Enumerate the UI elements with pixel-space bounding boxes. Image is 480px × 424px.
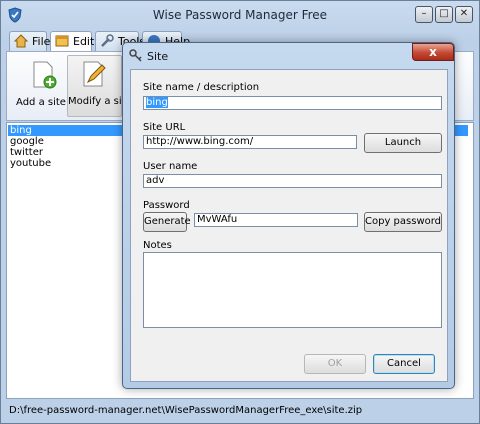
notes-textarea[interactable] [143,252,442,328]
dialog-body: Site name / description bing Site URL ht… [130,69,448,382]
dialog-title: Site [147,50,169,63]
status-path: D:\free-password-manager.net\WisePasswor… [9,405,363,416]
tab-edit[interactable]: Edit [50,31,95,52]
minimize-icon: – [421,8,427,19]
notes-label: Notes [143,240,172,251]
site-url-input[interactable]: http://www.bing.com/ [143,135,357,149]
maximize-icon: □ [439,8,449,19]
tab-file-label: File [32,35,51,48]
list-item[interactable]: youtube [10,158,51,169]
minimize-button[interactable]: – [415,6,433,23]
launch-button[interactable]: Launch [364,133,442,153]
password-label: Password [143,200,190,211]
list-item[interactable]: twitter [10,147,43,158]
list-item[interactable]: google [10,136,44,147]
tools-icon [101,34,114,47]
site-dialog: Site x Site name / description bing Site… [122,42,455,389]
close-icon: x [429,45,437,59]
home-icon [14,34,28,48]
close-icon: ✕ [459,8,469,19]
password-input[interactable]: MvWAfu [194,213,358,227]
edit-page-icon [83,61,106,87]
generate-button[interactable]: Generate [143,212,191,232]
add-page-icon [33,61,57,89]
site-url-label: Site URL [143,122,186,133]
site-name-label: Site name / description [143,82,260,93]
copy-password-button[interactable]: Copy password [364,212,442,232]
close-button[interactable]: ✕ [455,6,473,23]
edit-icon [55,35,69,47]
dialog-close-button[interactable]: x [412,43,454,61]
site-name-input[interactable]: bing [143,96,442,110]
username-input[interactable]: adv [143,174,442,188]
cancel-button[interactable]: Cancel [373,354,435,374]
maximize-button[interactable]: □ [435,6,453,23]
add-site-button[interactable]: Add a site [13,55,69,117]
title-bar: Wise Password Manager Free – □ ✕ [1,1,479,29]
modify-site-label: Modify a site [68,96,132,107]
tab-edit-label: Edit [73,35,95,48]
window-title: Wise Password Manager Free [152,8,328,22]
ok-button[interactable]: OK [304,354,366,374]
add-site-label: Add a site [16,97,66,108]
tab-file[interactable]: File [9,31,51,51]
key-icon [129,49,142,62]
username-label: User name [143,161,198,172]
modify-site-button[interactable]: Modify a site [67,55,132,117]
